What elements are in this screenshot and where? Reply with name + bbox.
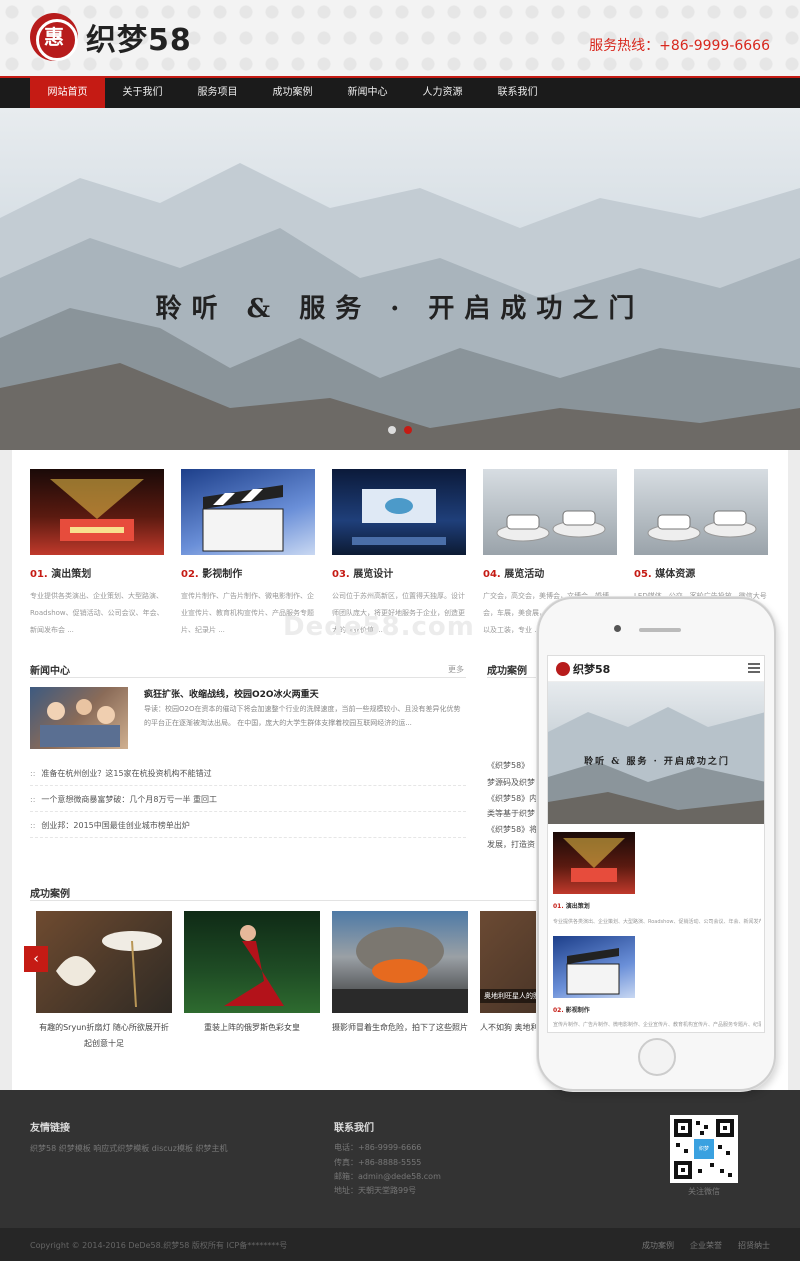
mobile-banner-slogan: 聆听 & 服务 · 开启成功之门 bbox=[584, 757, 730, 767]
banner-dot-1[interactable] bbox=[388, 426, 396, 434]
news-list-item-3[interactable]: 创业邦：2015中国最佳创业城市榜单出炉 bbox=[30, 813, 466, 838]
cases-section-title: 成功案例 bbox=[30, 889, 70, 900]
service-thumb-4[interactable] bbox=[483, 469, 617, 555]
mobile-logo[interactable]: 织梦58 bbox=[556, 661, 610, 677]
case-card-3[interactable]: 摄影师冒着生命危险，拍下了这些照片 bbox=[332, 911, 468, 1036]
mobile-mountain-illustration bbox=[548, 707, 764, 824]
case-thumb-3[interactable] bbox=[332, 911, 468, 1013]
banner-dot-2[interactable] bbox=[404, 426, 412, 434]
logo-badge-char: 惠 bbox=[44, 25, 64, 49]
wechat-qr-code[interactable]: 织梦 bbox=[670, 1115, 738, 1183]
case-caption-3[interactable]: 摄影师冒着生命危险，拍下了这些照片 bbox=[332, 1020, 468, 1036]
news-more-link[interactable]: 更多 bbox=[448, 664, 464, 675]
footer-contact-address: 地址：天朝天堂路99号 bbox=[334, 1186, 417, 1195]
service-title-3[interactable]: 03. 展览设计 bbox=[332, 565, 466, 580]
news-feature-desc: 导读：校园O2O在资本的催动下将会加速整个行业的洗牌速度，当前一些规模较小、且没… bbox=[144, 705, 461, 727]
footer-contact-fax: 传真：+86-8888-5555 bbox=[334, 1158, 422, 1167]
news-list-item-2[interactable]: 一个意想微商暴富梦破：几个月8万亏一半 重回工 bbox=[30, 787, 466, 812]
mobile-header: 织梦58 bbox=[548, 656, 764, 682]
footer-links-title: 友情链接 bbox=[30, 1123, 70, 1134]
bottom-link-jobs[interactable]: 招贤纳士 bbox=[738, 1240, 770, 1251]
mobile-service-title-1[interactable]: 01. 演出策划 bbox=[553, 901, 590, 910]
mobile-service-desc-2: 宣传片制作、广告片制作、微电影制作、企业宣传片、教育机构宣传片、产品服务专题片、… bbox=[553, 1022, 761, 1028]
service-thumb-1[interactable] bbox=[30, 469, 164, 555]
news-list-item-1[interactable]: 准备在杭州创业？这15家在杭投资机构不能错过 bbox=[30, 761, 466, 786]
case-card-2[interactable]: 重装上阵的俄罗斯色彩女皇 bbox=[184, 911, 320, 1036]
mobile-banner[interactable]: 聆听 & 服务 · 开启成功之门 bbox=[548, 682, 764, 824]
mobile-logo-text: 织梦58 bbox=[573, 663, 611, 676]
mobile-service-thumb-2[interactable] bbox=[553, 936, 635, 998]
phone-home-button[interactable] bbox=[638, 1038, 676, 1076]
news-feature-image[interactable] bbox=[30, 687, 128, 749]
case-card-4[interactable]: 奥地利旺星人的照 人不如狗 奥地利旺星人的照片 bbox=[480, 911, 540, 1036]
banner-dots bbox=[388, 426, 412, 434]
case-thumb-4[interactable]: 奥地利旺星人的照 bbox=[480, 911, 540, 1013]
phone-speaker bbox=[639, 628, 681, 632]
phone-camera-icon bbox=[614, 625, 621, 632]
bottom-link-cases[interactable]: 成功案例 bbox=[642, 1240, 674, 1251]
watermark-text: Dede58.com bbox=[283, 612, 475, 642]
mobile-service-thumb-1[interactable] bbox=[553, 832, 635, 894]
footer-contact-email[interactable]: 邮箱：admin@dede58.com bbox=[334, 1171, 441, 1182]
main-nav: 网站首页 关于我们 服务项目 成功案例 新闻中心 人力资源 联系我们 bbox=[0, 76, 800, 108]
nav-item-about[interactable]: 关于我们 bbox=[105, 78, 180, 108]
logo-badge-icon: 惠 bbox=[30, 13, 78, 61]
service-thumb-5[interactable] bbox=[634, 469, 768, 555]
site-logo[interactable]: 惠 织梦58 bbox=[30, 12, 192, 62]
case-thumb-1[interactable] bbox=[36, 911, 172, 1013]
qr-center-label: 织梦 bbox=[698, 1146, 709, 1152]
service-thumb-2[interactable] bbox=[181, 469, 315, 555]
mobile-service-title-2[interactable]: 02. 影视制作 bbox=[553, 1005, 590, 1014]
bottom-link-honor[interactable]: 企业荣誉 bbox=[690, 1240, 722, 1251]
case-caption-2[interactable]: 重装上阵的俄罗斯色彩女皇 bbox=[184, 1020, 320, 1036]
nav-item-services[interactable]: 服务项目 bbox=[180, 78, 255, 108]
footer-contact-title: 联系我们 bbox=[334, 1123, 374, 1134]
news-section-title: 新闻中心 bbox=[30, 666, 70, 677]
news-title-divider bbox=[30, 677, 466, 678]
case-thumb-2[interactable] bbox=[184, 911, 320, 1013]
case-thumb-4-overlay: 奥地利旺星人的照 bbox=[480, 989, 540, 1003]
news-feature-title[interactable]: 疯狂扩张、收缩战线，校园O2O冰火两重天 bbox=[144, 687, 319, 700]
nav-item-hr[interactable]: 人力资源 bbox=[405, 78, 480, 108]
service-title-2[interactable]: 02. 影视制作 bbox=[181, 565, 315, 580]
mobile-service-desc-1: 专业提供各类演出、企业策划、大型路演、Roadshow、促销活动、公司会议、年会… bbox=[553, 919, 761, 925]
nav-item-news[interactable]: 新闻中心 bbox=[330, 78, 405, 108]
service-title-1[interactable]: 01. 演出策划 bbox=[30, 565, 164, 580]
cases-prev-button[interactable]: ‹ bbox=[24, 946, 48, 972]
service-title-4[interactable]: 04. 展览活动 bbox=[483, 565, 617, 580]
banner-slogan: 聆听 & 服务 · 开启成功之门 bbox=[155, 294, 645, 324]
case-side-title: 成功案例 bbox=[487, 666, 527, 677]
hotline: 服务热线：+86-9999-6666 bbox=[589, 38, 770, 54]
mobile-logo-badge-icon bbox=[556, 662, 570, 676]
service-desc-1: 专业提供各类演出、企业策划、大型路演、Roadshow、促销活动、公司会议、年会… bbox=[30, 592, 164, 634]
cases-title-divider bbox=[30, 900, 540, 901]
qr-label: 关注微信 bbox=[688, 1187, 720, 1196]
logo-text: 织梦58 bbox=[86, 23, 192, 58]
footer-links[interactable]: 织梦58 织梦模板 响应式织梦模板 discuz模板 织梦主机 bbox=[30, 1143, 228, 1154]
service-thumb-3[interactable] bbox=[332, 469, 466, 555]
case-caption-4[interactable]: 人不如狗 奥地利旺星人的照片 bbox=[480, 1020, 540, 1036]
copyright-text: Copyright © 2014-2016 DeDe58.织梦58 版权所有 I… bbox=[30, 1241, 288, 1250]
hero-banner[interactable]: 聆听 & 服务 · 开启成功之门 bbox=[0, 108, 800, 450]
mobile-menu-icon[interactable] bbox=[748, 663, 760, 673]
site-header: 惠 织梦58 服务热线：+86-9999-6666 bbox=[0, 0, 800, 76]
case-card-1[interactable]: 有趣的Sryun折扇灯 随心所欲展开折起创意十足 bbox=[36, 911, 172, 1052]
nav-item-cases[interactable]: 成功案例 bbox=[255, 78, 330, 108]
footer-bottom-links: 成功案例 企业荣誉 招贤纳士 bbox=[642, 1240, 770, 1251]
service-card-1[interactable]: 01. 演出策划 专业提供各类演出、企业策划、大型路演、Roadshow、促销活… bbox=[30, 469, 164, 642]
nav-item-home[interactable]: 网站首页 bbox=[30, 78, 105, 108]
nav-item-contact[interactable]: 联系我们 bbox=[480, 78, 555, 108]
mountain-illustration bbox=[0, 163, 800, 450]
footer-contact-phone: 电话：+86-9999-6666 bbox=[334, 1143, 422, 1152]
service-title-5[interactable]: 05. 媒体资源 bbox=[634, 565, 768, 580]
phone-screen: 织梦58 聆听 & 服务 · 开启成功之门 01. 演出策划 专业提供各类演出、… bbox=[547, 655, 765, 1033]
case-caption-1[interactable]: 有趣的Sryun折扇灯 随心所欲展开折起创意十足 bbox=[36, 1020, 172, 1052]
